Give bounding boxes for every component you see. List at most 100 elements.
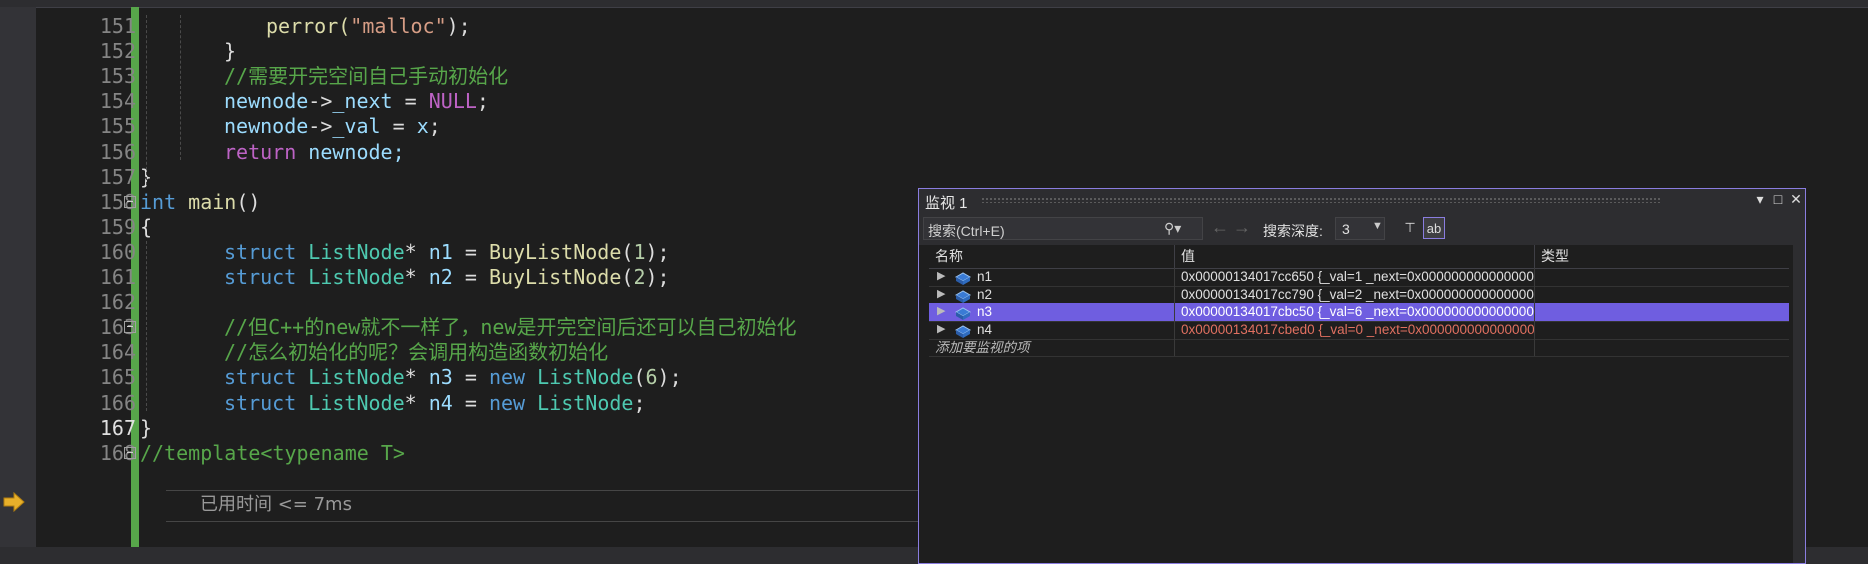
code-line[interactable]: //template<typename T> bbox=[140, 438, 405, 468]
watch-name-cell[interactable]: ▶ n1 bbox=[929, 268, 1175, 286]
column-value-header[interactable]: 值 bbox=[1175, 245, 1535, 268]
indent-guide bbox=[146, 15, 147, 185]
watch-name-cell[interactable]: ▶ n4 bbox=[929, 321, 1175, 339]
watch-row[interactable]: ▶ n1 0x00000134017cc650 {_val=1 _next=0x00… bbox=[929, 268, 1789, 287]
code-token: x bbox=[416, 114, 429, 139]
perf-tip: 已用时间 <= 7ms bbox=[200, 494, 352, 515]
code-token: * bbox=[404, 365, 429, 390]
current-statement-arrow-icon bbox=[3, 492, 25, 512]
code-token: * bbox=[404, 239, 429, 264]
code-token: newnode bbox=[224, 114, 309, 139]
expand-arrow-icon[interactable]: ▶ bbox=[937, 268, 945, 286]
watch-row[interactable]: ▶ n2 0x00000134017cc790 {_val=2 _next=0x00… bbox=[929, 285, 1789, 305]
add-watch-row[interactable]: 添加要监视的项 bbox=[929, 338, 1789, 358]
code-token: ); bbox=[446, 14, 471, 38]
search-back-arrow-icon[interactable]: ← bbox=[1211, 217, 1229, 238]
code-line[interactable]: struct ListNode* n2 = BuyListNode(2); bbox=[224, 262, 670, 292]
watch-window[interactable]: 监视 1 ▾ □ ✕ 搜索(Ctrl+E) ⚲▾ ← → 搜索深度: 3 ▼ ⊤… bbox=[918, 188, 1806, 564]
watch-name-cell[interactable]: ▶ n2 bbox=[929, 285, 1175, 304]
expand-arrow-icon[interactable]: ▶ bbox=[937, 303, 945, 321]
code-token: * bbox=[404, 265, 429, 289]
watch-row[interactable]: ▶ n4 0x00000134017cbed0 {_val=0 _next=0x00… bbox=[929, 321, 1789, 340]
code-line[interactable]: perror("malloc"); bbox=[266, 11, 471, 41]
code-token: = bbox=[452, 365, 489, 390]
empty-cell bbox=[1175, 338, 1535, 357]
code-line[interactable]: { bbox=[140, 212, 152, 242]
watch-name-cell[interactable]: ▶ n3 bbox=[929, 303, 1175, 322]
watch-value-cell[interactable]: 0x00000134017cbed0 {_val=0 _next=0x00000… bbox=[1175, 321, 1535, 339]
code-token: newnode; bbox=[296, 139, 405, 164]
fold-toggle-icon[interactable] bbox=[124, 195, 136, 208]
close-icon[interactable]: ✕ bbox=[1787, 191, 1805, 208]
code-token: ListNode bbox=[308, 390, 405, 415]
code-token: = bbox=[452, 390, 489, 415]
code-token: //怎么初始化的呢？会调用构造函数初始化 bbox=[224, 340, 609, 365]
code-token: ( bbox=[633, 365, 646, 390]
code-token: 6 bbox=[645, 365, 658, 390]
line-number-gutter: 151 152 153 154 155 156 157 158 159 160 161 162 163 1… bbox=[36, 7, 136, 547]
code-line[interactable]: struct ListNode* n4 = new ListNode; bbox=[224, 388, 645, 418]
code-token: = bbox=[452, 239, 489, 264]
watch-title: 监视 1 bbox=[925, 195, 968, 212]
code-token: ); bbox=[657, 365, 682, 390]
code-token: ; bbox=[428, 114, 441, 139]
watch-toolbar: 搜索(Ctrl+E) ⚲▾ ← → 搜索深度: 3 ▼ ⊤ ab bbox=[919, 213, 1805, 245]
code-token: int bbox=[140, 189, 177, 214]
indent-guide bbox=[146, 240, 147, 411]
window-menu-icon[interactable]: ▾ bbox=[1751, 191, 1769, 208]
indent-guide bbox=[180, 15, 181, 160]
code-token: n3 bbox=[428, 365, 453, 390]
watch-variable-name: n4 bbox=[977, 322, 993, 338]
code-token: _next bbox=[332, 89, 393, 114]
object-icon bbox=[954, 307, 972, 321]
code-token: ListNode bbox=[308, 265, 405, 289]
code-token: NULL bbox=[428, 89, 477, 114]
fold-toggle-icon[interactable] bbox=[124, 446, 136, 459]
code-token: ListNode bbox=[537, 365, 634, 390]
code-token: new bbox=[488, 365, 526, 390]
code-token: ; bbox=[476, 89, 489, 114]
object-icon bbox=[954, 325, 972, 339]
code-token: struct bbox=[224, 365, 297, 390]
expand-arrow-icon[interactable]: ▶ bbox=[937, 286, 945, 304]
chevron-down-icon: ▼ bbox=[1372, 220, 1383, 232]
maximize-icon[interactable]: □ bbox=[1769, 191, 1787, 207]
code-token: ( bbox=[621, 239, 634, 264]
watch-value-cell[interactable]: 0x00000134017cbc50 {_val=6 _next=0x00000… bbox=[1175, 303, 1535, 322]
code-token: n1 bbox=[428, 239, 453, 264]
code-line[interactable]: return newnode; bbox=[224, 137, 405, 167]
column-type-header[interactable]: 类型 bbox=[1535, 245, 1789, 268]
pin-icon[interactable]: ⊤ bbox=[1399, 217, 1421, 239]
watch-row[interactable]: ▶ n3 0x00000134017cbc50 {_val=6 _next=0x00… bbox=[929, 303, 1789, 323]
search-forward-arrow-icon[interactable]: → bbox=[1233, 217, 1251, 238]
code-token: = bbox=[380, 114, 417, 139]
breakpoint-margin[interactable] bbox=[0, 7, 36, 547]
watch-value-cell[interactable]: 0x00000134017cc650 {_val=1 _next=0x00000… bbox=[1175, 268, 1535, 286]
code-token: struct bbox=[224, 265, 297, 289]
search-depth-select[interactable]: 3 ▼ bbox=[1335, 217, 1385, 240]
code-token: () bbox=[236, 189, 261, 214]
watch-value-cell[interactable]: 0x00000134017cc790 {_val=2 _next=0x00000… bbox=[1175, 285, 1535, 304]
watch-scrollbar[interactable] bbox=[1793, 245, 1805, 563]
add-watch-item[interactable]: 添加要监视的项 bbox=[929, 338, 1175, 357]
column-name-header[interactable]: 名称 bbox=[929, 245, 1175, 268]
code-token: BuyListNode bbox=[488, 239, 622, 264]
code-token: } bbox=[140, 415, 153, 440]
expand-arrow-icon[interactable]: ▶ bbox=[937, 321, 945, 339]
search-input[interactable]: 搜索(Ctrl+E) ⚲▾ bbox=[923, 217, 1203, 240]
fold-toggle-icon[interactable] bbox=[124, 321, 136, 334]
hex-display-button[interactable]: ab bbox=[1423, 217, 1445, 239]
code-token: ListNode bbox=[308, 239, 405, 264]
watch-title-bar[interactable]: 监视 1 ▾ □ ✕ bbox=[919, 189, 1805, 213]
code-token: -> bbox=[308, 89, 333, 114]
code-line[interactable]: int main() bbox=[140, 187, 260, 217]
watch-variable-name: n2 bbox=[977, 286, 993, 302]
code-token: { bbox=[140, 214, 153, 239]
search-icon[interactable]: ⚲▾ bbox=[1164, 220, 1181, 237]
code-token: -> bbox=[308, 114, 333, 139]
drag-grip[interactable] bbox=[981, 197, 1661, 203]
